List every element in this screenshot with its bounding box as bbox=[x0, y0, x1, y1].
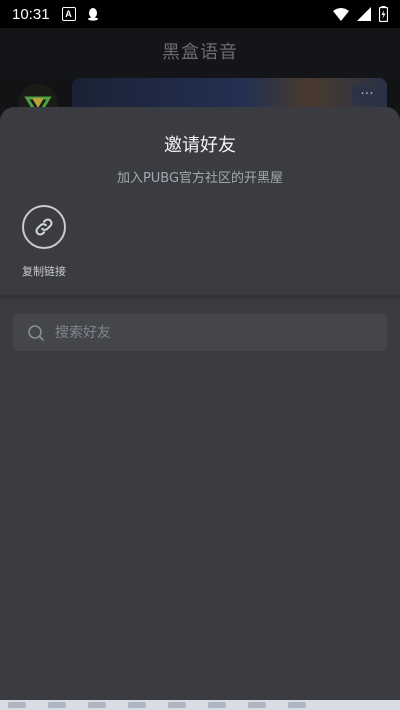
friend-search-box[interactable] bbox=[13, 314, 387, 351]
link-icon bbox=[35, 218, 53, 236]
bottom-strip bbox=[0, 700, 400, 710]
copy-link-label: 复制链接 bbox=[22, 265, 66, 278]
wifi-icon bbox=[333, 7, 349, 21]
copy-link-option[interactable]: 复制链接 bbox=[14, 205, 74, 279]
copy-link-button[interactable] bbox=[22, 205, 66, 249]
background-app-title: 黑盒语音 bbox=[162, 42, 238, 63]
background-app-header: 黑盒语音 bbox=[0, 28, 400, 78]
friend-search-input[interactable] bbox=[53, 316, 387, 349]
sheet-subtitle: 加入PUBG官方社区的开黑屋 bbox=[116, 171, 284, 186]
signal-icon bbox=[357, 7, 371, 21]
qq-penguin-icon bbox=[87, 8, 98, 21]
status-bar: 10:31 A bbox=[0, 0, 400, 28]
sheet-title: 邀请好友 bbox=[164, 135, 236, 156]
invite-sheet: 邀请好友 加入PUBG官方社区的开黑屋 复制链接 bbox=[0, 107, 400, 700]
search-icon bbox=[28, 324, 44, 341]
section-divider bbox=[0, 295, 400, 299]
status-time: 10:31 bbox=[12, 5, 50, 23]
battery-charging-icon bbox=[379, 6, 388, 22]
more-dots-icon: ··· bbox=[352, 86, 382, 106]
a-badge-icon: A bbox=[61, 7, 76, 21]
